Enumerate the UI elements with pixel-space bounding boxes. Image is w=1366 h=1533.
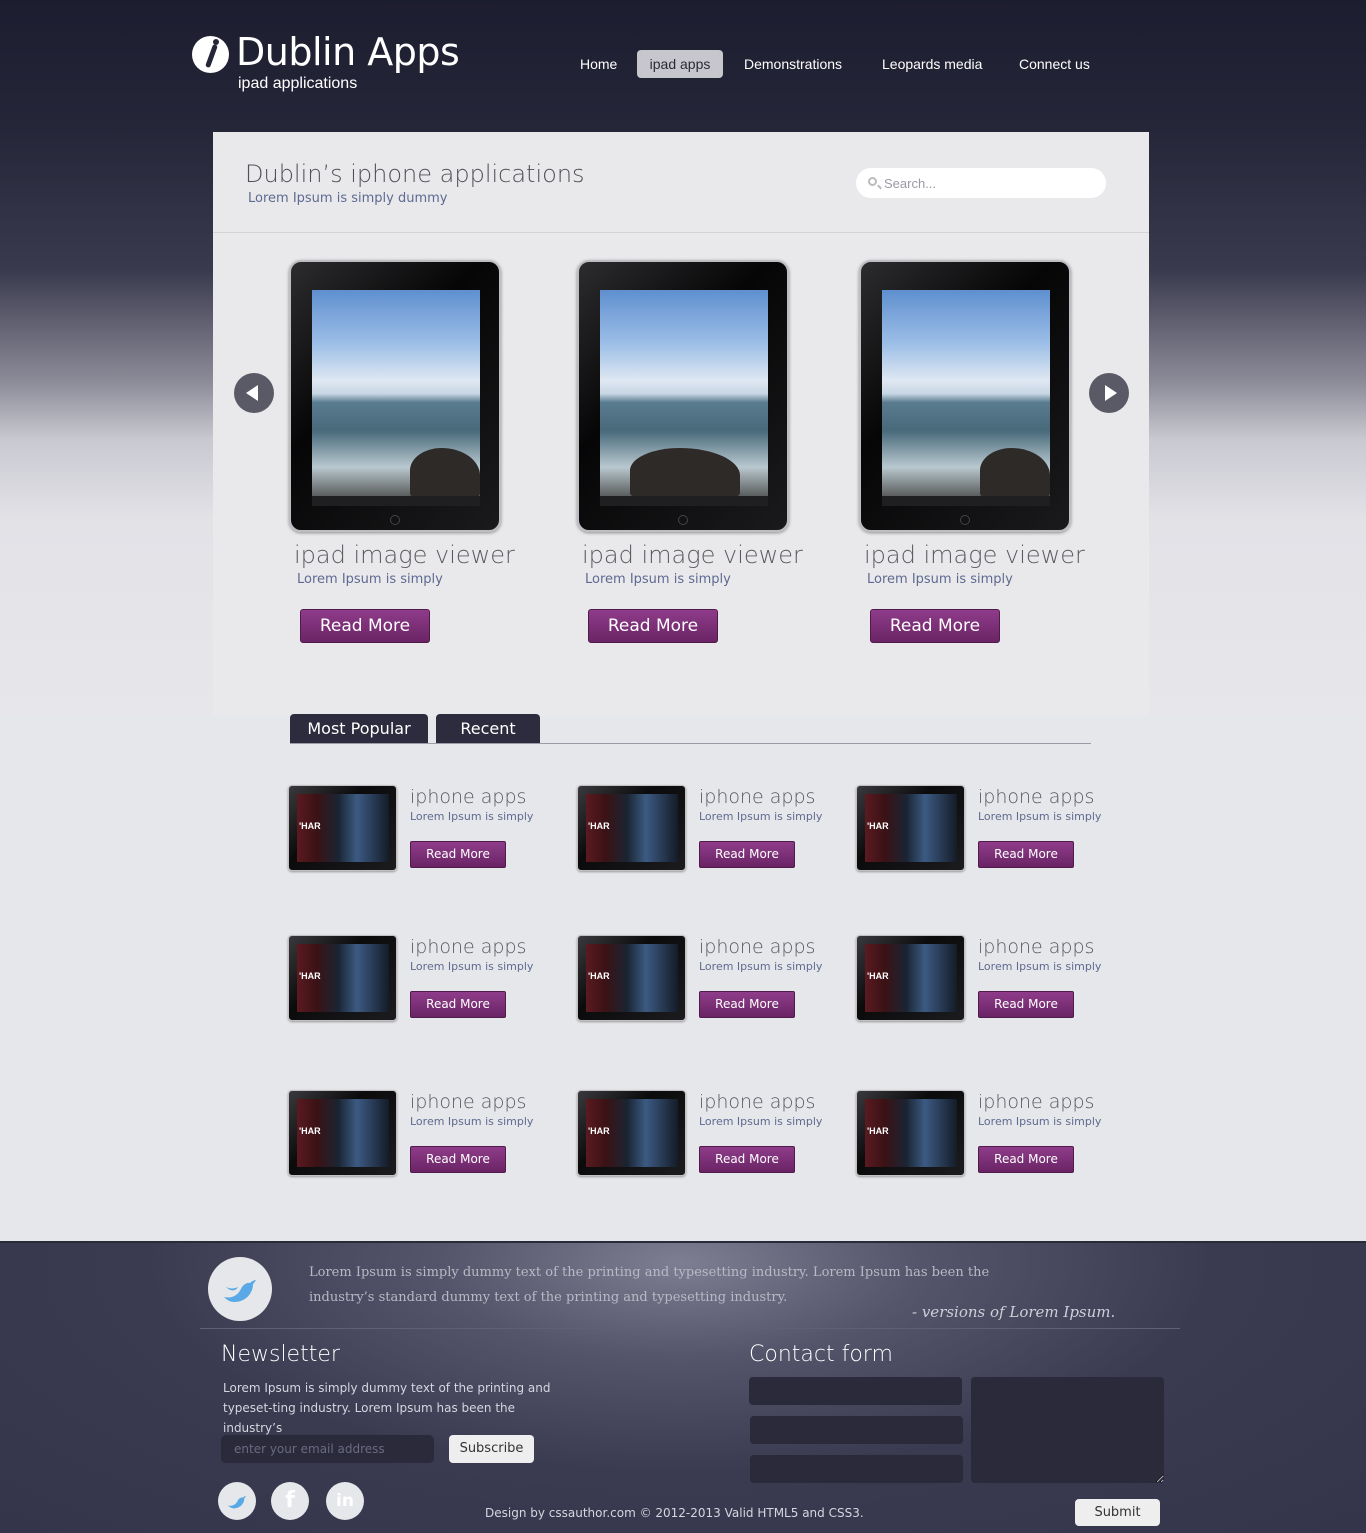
site-title[interactable]: Dublin Apps <box>236 30 460 74</box>
footer-divider <box>200 1328 1180 1329</box>
contact-message-field[interactable] <box>971 1377 1164 1483</box>
app-subtitle: Lorem Ipsum is simply <box>699 960 823 973</box>
contact-subject-field[interactable] <box>750 1455 963 1483</box>
app-title[interactable]: iphone apps <box>978 786 1094 808</box>
app-thumbnail[interactable] <box>856 935 965 1021</box>
featured-title[interactable]: ipad image viewer <box>582 541 803 569</box>
read-more-button[interactable]: Read More <box>300 609 430 643</box>
app-subtitle: Lorem Ipsum is simply <box>978 960 1102 973</box>
quote-attribution: - versions of Lorem Ipsum. <box>912 1303 1116 1321</box>
featured-title[interactable]: ipad image viewer <box>294 541 515 569</box>
app-thumbnail[interactable] <box>577 935 686 1021</box>
tab-most-popular[interactable]: Most Popular <box>290 714 428 744</box>
app-subtitle: Lorem Ipsum is simply <box>699 810 823 823</box>
featured-title[interactable]: ipad image viewer <box>864 541 1085 569</box>
subscribe-button[interactable]: Subscribe <box>449 1435 534 1463</box>
nav-leopards-media[interactable]: Leopards media <box>873 50 991 78</box>
app-thumbnail[interactable] <box>577 785 686 871</box>
read-more-button[interactable]: Read More <box>699 991 795 1018</box>
app-thumbnail[interactable] <box>288 1090 397 1176</box>
read-more-button[interactable]: Read More <box>699 841 795 868</box>
read-more-button[interactable]: Read More <box>410 841 506 868</box>
site-header: Dublin Apps ipad applications Home ipad … <box>0 0 1366 130</box>
app-subtitle: Lorem Ipsum is simply <box>978 810 1102 823</box>
ipad-image[interactable] <box>859 260 1071 532</box>
featured-subtitle: Lorem Ipsum is simply <box>867 572 1013 587</box>
read-more-button[interactable]: Read More <box>978 1146 1074 1173</box>
nav-ipad-apps[interactable]: ipad apps <box>637 50 723 78</box>
app-title[interactable]: iphone apps <box>410 1091 526 1113</box>
arrow-left-icon[interactable] <box>234 373 274 413</box>
nav-demonstrations[interactable]: Demonstrations <box>735 50 851 78</box>
arrow-right-icon[interactable] <box>1089 373 1129 413</box>
linkedin-icon[interactable]: in <box>326 1482 364 1520</box>
footer: Lorem Ipsum is simply dummy text of the … <box>0 1241 1366 1533</box>
footer-credit: Design by cssauthor.com © 2012-2013 Vali… <box>485 1506 864 1520</box>
app-thumbnail[interactable] <box>856 785 965 871</box>
app-title[interactable]: iphone apps <box>410 786 526 808</box>
submit-button[interactable]: Submit <box>1075 1499 1160 1526</box>
featured-subtitle: Lorem Ipsum is simply <box>585 572 731 587</box>
search-icon <box>868 177 877 186</box>
read-more-button[interactable]: Read More <box>978 841 1074 868</box>
contact-form-title: Contact form <box>749 1342 893 1367</box>
search-input[interactable] <box>884 168 1094 198</box>
app-subtitle: Lorem Ipsum is simply <box>410 960 534 973</box>
panel-title: Dublin’s iphone applications <box>245 160 585 188</box>
read-more-button[interactable]: Read More <box>410 1146 506 1173</box>
tabs-divider <box>290 743 1091 744</box>
newsletter-title: Newsletter <box>221 1342 340 1367</box>
ipad-image[interactable] <box>577 260 789 532</box>
site-subtitle: ipad applications <box>238 75 358 92</box>
read-more-button[interactable]: Read More <box>870 609 1000 643</box>
tab-recent[interactable]: Recent <box>436 714 540 744</box>
ipad-screen <box>600 290 768 506</box>
app-thumbnail[interactable] <box>856 1090 965 1176</box>
ipad-screen <box>882 290 1050 506</box>
info-i-icon[interactable] <box>192 36 229 73</box>
read-more-button[interactable]: Read More <box>588 609 718 643</box>
app-thumbnail[interactable] <box>288 935 397 1021</box>
app-title[interactable]: iphone apps <box>410 936 526 958</box>
ipad-screen <box>312 290 480 506</box>
newsletter-email-input[interactable] <box>221 1435 434 1463</box>
read-more-button[interactable]: Read More <box>410 991 506 1018</box>
nav-connect-us[interactable]: Connect us <box>1010 50 1099 78</box>
app-thumbnail[interactable] <box>288 785 397 871</box>
newsletter-text: Lorem Ipsum is simply dummy text of the … <box>223 1381 551 1435</box>
app-title[interactable]: iphone apps <box>699 1091 815 1113</box>
ipad-image[interactable] <box>289 260 501 532</box>
app-title[interactable]: iphone apps <box>978 936 1094 958</box>
contact-name-field[interactable] <box>749 1377 962 1405</box>
app-title[interactable]: iphone apps <box>978 1091 1094 1113</box>
app-subtitle: Lorem Ipsum is simply <box>978 1115 1102 1128</box>
facebook-icon[interactable]: f <box>271 1482 309 1520</box>
app-subtitle: Lorem Ipsum is simply <box>699 1115 823 1128</box>
app-subtitle: Lorem Ipsum is simply <box>410 1115 534 1128</box>
read-more-button[interactable]: Read More <box>699 1146 795 1173</box>
panel-subtitle: Lorem Ipsum is simply dummy <box>248 191 448 206</box>
app-title[interactable]: iphone apps <box>699 786 815 808</box>
featured-subtitle: Lorem Ipsum is simply <box>297 572 443 587</box>
twitter-icon[interactable] <box>218 1482 256 1520</box>
app-thumbnail[interactable] <box>577 1090 686 1176</box>
app-subtitle: Lorem Ipsum is simply <box>410 810 534 823</box>
read-more-button[interactable]: Read More <box>978 991 1074 1018</box>
nav-home[interactable]: Home <box>571 50 626 78</box>
twitter-bird-icon[interactable] <box>208 1257 272 1321</box>
panel-header: Dublin’s iphone applications Lorem Ipsum… <box>213 132 1149 233</box>
search-box[interactable] <box>856 168 1106 198</box>
app-title[interactable]: iphone apps <box>699 936 815 958</box>
contact-email-field[interactable] <box>750 1416 963 1444</box>
